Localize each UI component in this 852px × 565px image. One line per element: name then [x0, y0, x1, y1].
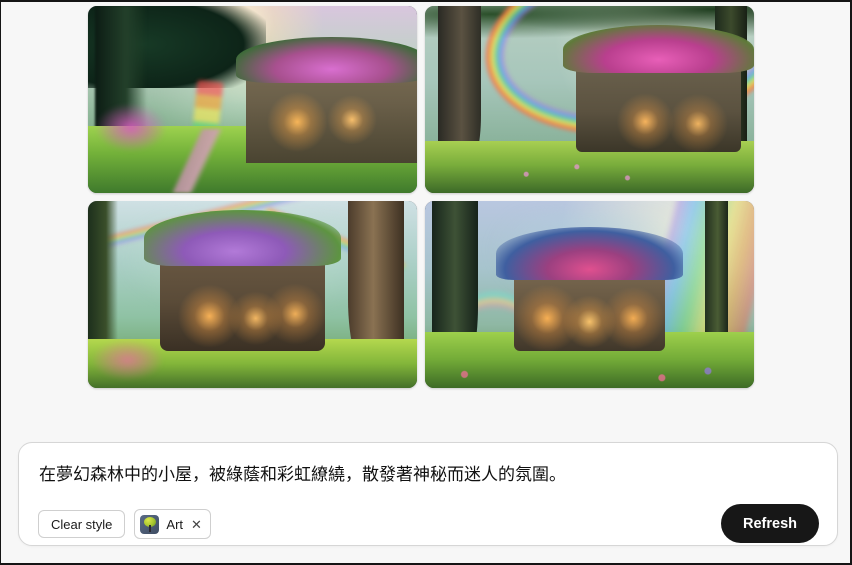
clear-style-button[interactable]: Clear style: [38, 510, 126, 538]
style-controls-row: Clear style Art ✕: [38, 509, 211, 539]
generated-image-4: [425, 201, 754, 388]
generated-image-2: [425, 6, 754, 193]
generated-image-3: [88, 201, 417, 388]
refresh-button[interactable]: Refresh: [721, 504, 819, 543]
close-icon[interactable]: ✕: [190, 518, 202, 531]
generated-image-card[interactable]: [88, 201, 417, 388]
style-chip-art[interactable]: Art ✕: [134, 509, 211, 539]
generated-image-card[interactable]: [425, 201, 754, 388]
app-window: 在夢幻森林中的小屋，被綠蔭和彩虹繚繞，散發著神秘而迷人的氛圍。 Clear st…: [0, 0, 852, 565]
style-chip-label: Art: [166, 516, 184, 532]
tree-thumbnail-icon: [140, 514, 160, 534]
generated-image-card[interactable]: [425, 6, 754, 193]
prompt-panel: 在夢幻森林中的小屋，被綠蔭和彩虹繚繞，散發著神秘而迷人的氛圍。 Clear st…: [18, 442, 838, 546]
generated-images-grid: [88, 6, 754, 388]
generated-image-1: [88, 6, 417, 193]
prompt-input[interactable]: 在夢幻森林中的小屋，被綠蔭和彩虹繚繞，散發著神秘而迷人的氛圍。: [39, 463, 817, 487]
generated-image-card[interactable]: [88, 6, 417, 193]
